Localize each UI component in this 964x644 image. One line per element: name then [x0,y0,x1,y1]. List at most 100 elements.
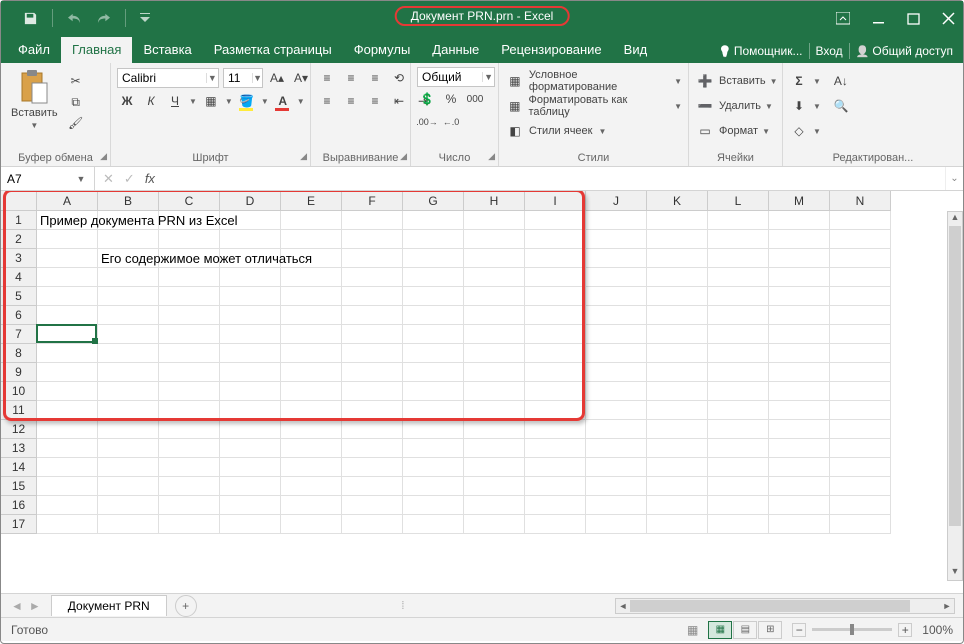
cell[interactable] [37,268,98,287]
cell[interactable] [37,344,98,363]
cell[interactable] [159,344,220,363]
cell[interactable] [403,458,464,477]
cell[interactable] [342,249,403,268]
sort-filter-icon[interactable]: A↓ [831,71,851,91]
cell[interactable] [586,458,647,477]
cell[interactable] [281,287,342,306]
sheet-nav-prev-icon[interactable]: ◄ [11,599,23,613]
cell[interactable] [464,382,525,401]
cell[interactable] [37,230,98,249]
cell[interactable] [708,325,769,344]
autosum-icon[interactable]: Σ [789,71,809,91]
percent-icon[interactable]: % [441,89,461,109]
cell[interactable] [647,515,708,534]
cell[interactable] [769,344,830,363]
font-size-combo[interactable]: ▼ [223,68,263,88]
cell[interactable] [37,325,98,344]
cell[interactable] [525,325,586,344]
cell[interactable] [525,268,586,287]
column-header[interactable]: J [586,191,647,211]
sheet-nav-next-icon[interactable]: ► [29,599,41,613]
cell[interactable] [586,496,647,515]
cell[interactable] [464,477,525,496]
cell[interactable] [525,363,586,382]
align-bottom-icon[interactable]: ≡ [365,68,385,88]
cell[interactable] [403,420,464,439]
cell[interactable] [647,268,708,287]
cell[interactable] [403,249,464,268]
cell[interactable] [281,382,342,401]
cell[interactable] [769,287,830,306]
cell[interactable] [464,420,525,439]
cell[interactable] [37,458,98,477]
row-header[interactable]: 2 [1,230,37,249]
cell[interactable] [281,439,342,458]
cell[interactable] [220,325,281,344]
cell[interactable] [586,515,647,534]
cell[interactable] [464,287,525,306]
row-header[interactable]: 6 [1,306,37,325]
cell[interactable] [342,458,403,477]
cell[interactable] [647,439,708,458]
cell[interactable] [403,230,464,249]
minimize-icon[interactable] [872,12,885,25]
cell[interactable] [342,401,403,420]
cell[interactable] [98,477,159,496]
cell[interactable] [281,211,342,230]
cell[interactable] [220,515,281,534]
row-header[interactable]: 8 [1,344,37,363]
zoom-slider[interactable] [812,628,892,631]
cell[interactable] [830,420,891,439]
cell[interactable] [525,230,586,249]
cell[interactable] [37,420,98,439]
cell[interactable] [830,249,891,268]
cell[interactable] [647,382,708,401]
display-settings-icon[interactable]: ▦ [687,623,698,637]
increase-decimal-icon[interactable]: .00→ [417,112,437,132]
align-center-icon[interactable]: ≡ [341,91,361,111]
number-format-combo[interactable]: ▼ [417,67,495,87]
cell[interactable] [98,363,159,382]
cell[interactable] [525,496,586,515]
cell[interactable] [98,344,159,363]
cell[interactable] [159,287,220,306]
cell[interactable] [159,515,220,534]
cell[interactable] [769,496,830,515]
cell[interactable] [647,363,708,382]
cell[interactable] [464,515,525,534]
cell[interactable] [769,401,830,420]
cell[interactable] [830,287,891,306]
cell[interactable] [98,401,159,420]
zoom-out-button[interactable]: − [792,623,806,637]
column-header[interactable]: K [647,191,708,211]
cell[interactable] [586,439,647,458]
align-left-icon[interactable]: ≡ [317,91,337,111]
cell[interactable] [464,496,525,515]
cell[interactable] [830,477,891,496]
cell[interactable] [159,268,220,287]
enter-icon[interactable]: ✓ [124,171,135,187]
column-header[interactable]: D [220,191,281,211]
cell[interactable] [281,268,342,287]
maximize-icon[interactable] [907,12,920,25]
cell[interactable] [281,477,342,496]
undo-icon[interactable] [67,12,82,25]
clear-icon[interactable]: ◇ [789,121,809,141]
cell[interactable] [525,439,586,458]
formula-bar-expand-icon[interactable]: ⌄ [945,167,963,190]
font-name-combo[interactable]: ▼ [117,68,219,88]
cell[interactable] [464,325,525,344]
cell[interactable] [708,420,769,439]
cell[interactable] [769,458,830,477]
cell-styles-button[interactable]: ◧Стили ячеек▼ [505,120,606,142]
align-middle-icon[interactable]: ≡ [341,68,361,88]
cell[interactable] [525,382,586,401]
cell[interactable] [98,496,159,515]
fill-icon[interactable]: ⬇ [789,96,809,116]
cell[interactable] [586,230,647,249]
cell[interactable] [708,458,769,477]
cell[interactable] [830,230,891,249]
cell[interactable] [586,382,647,401]
cell[interactable] [769,515,830,534]
cell[interactable] [281,325,342,344]
